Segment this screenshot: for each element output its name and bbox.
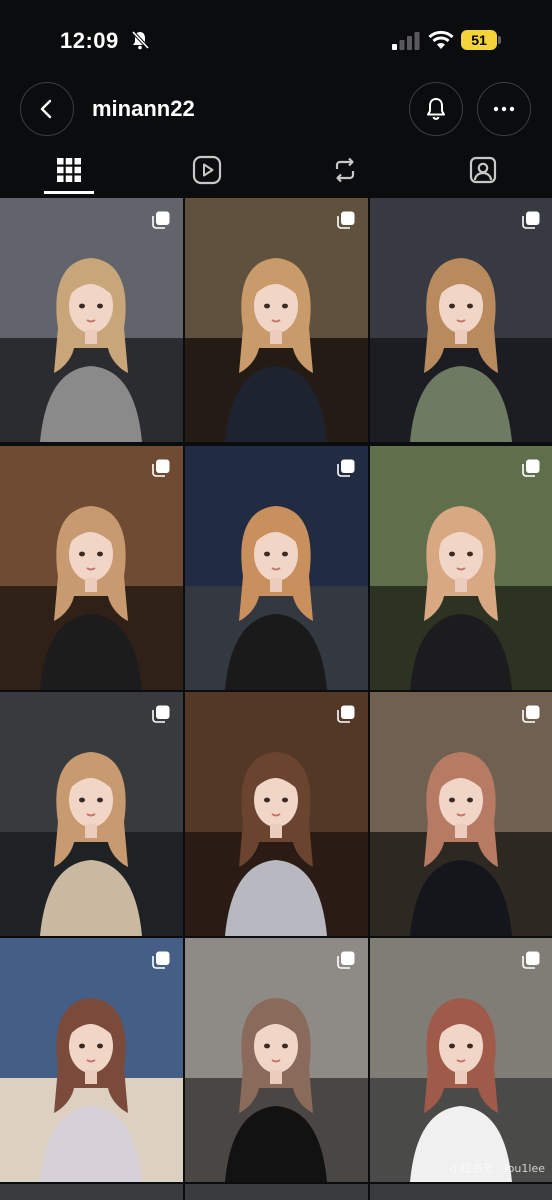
carousel-icon <box>337 211 355 229</box>
post-photo <box>370 198 552 442</box>
post-thumbnail[interactable] <box>370 692 552 936</box>
post-photo <box>185 198 368 442</box>
post-thumbnail-partial[interactable] <box>370 1184 552 1200</box>
notifications-button[interactable] <box>409 82 463 136</box>
carousel-icon <box>337 951 355 969</box>
post-thumbnail[interactable] <box>185 446 368 690</box>
carousel-icon <box>337 705 355 723</box>
tagged-icon <box>469 156 497 184</box>
post-thumbnail[interactable] <box>185 938 368 1182</box>
post-photo <box>185 938 368 1182</box>
battery-icon: 51 <box>461 30 501 50</box>
carousel-icon <box>522 705 540 723</box>
profile-tabs <box>0 146 552 194</box>
carousel-icon <box>522 211 540 229</box>
tab-reels[interactable] <box>138 146 276 194</box>
post-photo <box>0 198 183 442</box>
profile-username: minann22 <box>92 96 195 121</box>
post-photo <box>370 938 552 1182</box>
post-photo <box>0 692 183 936</box>
post-thumbnail[interactable] <box>0 692 183 936</box>
back-button[interactable] <box>20 82 74 136</box>
tab-tagged[interactable] <box>414 146 552 194</box>
post-photo <box>370 446 552 690</box>
tab-posts-grid[interactable] <box>0 146 138 194</box>
post-thumbnail[interactable] <box>370 446 552 690</box>
post-thumbnail[interactable]: 小红书号：lou1lee <box>370 938 552 1182</box>
carousel-icon <box>152 705 170 723</box>
tab-reposts[interactable] <box>276 146 414 194</box>
bell-icon <box>427 98 445 120</box>
post-thumbnail[interactable] <box>370 198 552 442</box>
bell-off-icon <box>131 30 150 50</box>
reels-icon <box>192 155 222 185</box>
post-thumbnail-partial[interactable] <box>185 1184 368 1200</box>
post-thumbnail[interactable] <box>0 938 183 1182</box>
post-thumbnail[interactable] <box>0 198 183 442</box>
watermark: 小红书号：lou1lee <box>449 1162 545 1175</box>
post-thumbnail[interactable] <box>0 446 183 690</box>
selected-tab-indicator <box>44 191 94 194</box>
grid-icon <box>57 158 81 182</box>
more-icon <box>493 106 515 112</box>
post-photo <box>0 446 183 690</box>
back-icon <box>40 99 52 119</box>
post-thumbnail[interactable] <box>185 198 368 442</box>
more-options-button[interactable] <box>477 82 531 136</box>
carousel-icon <box>152 951 170 969</box>
battery-level: 51 <box>461 30 497 50</box>
post-photo <box>185 446 368 690</box>
carousel-icon <box>337 459 355 477</box>
signal-icon <box>392 32 420 50</box>
carousel-icon <box>522 951 540 969</box>
status-bar: 12:09 51 <box>0 0 552 80</box>
reposts-icon <box>335 157 355 183</box>
carousel-icon <box>152 211 170 229</box>
wifi-icon <box>428 30 454 49</box>
profile-header: minann22 <box>0 80 552 140</box>
post-photo <box>0 938 183 1182</box>
carousel-icon <box>152 459 170 477</box>
posts-grid: 小红书号：lou1lee <box>0 198 552 1200</box>
carousel-icon <box>522 459 540 477</box>
status-time: 12:09 <box>60 28 119 53</box>
post-thumbnail-partial[interactable] <box>0 1184 183 1200</box>
post-thumbnail[interactable] <box>185 692 368 936</box>
post-photo <box>370 692 552 936</box>
post-photo <box>185 692 368 936</box>
